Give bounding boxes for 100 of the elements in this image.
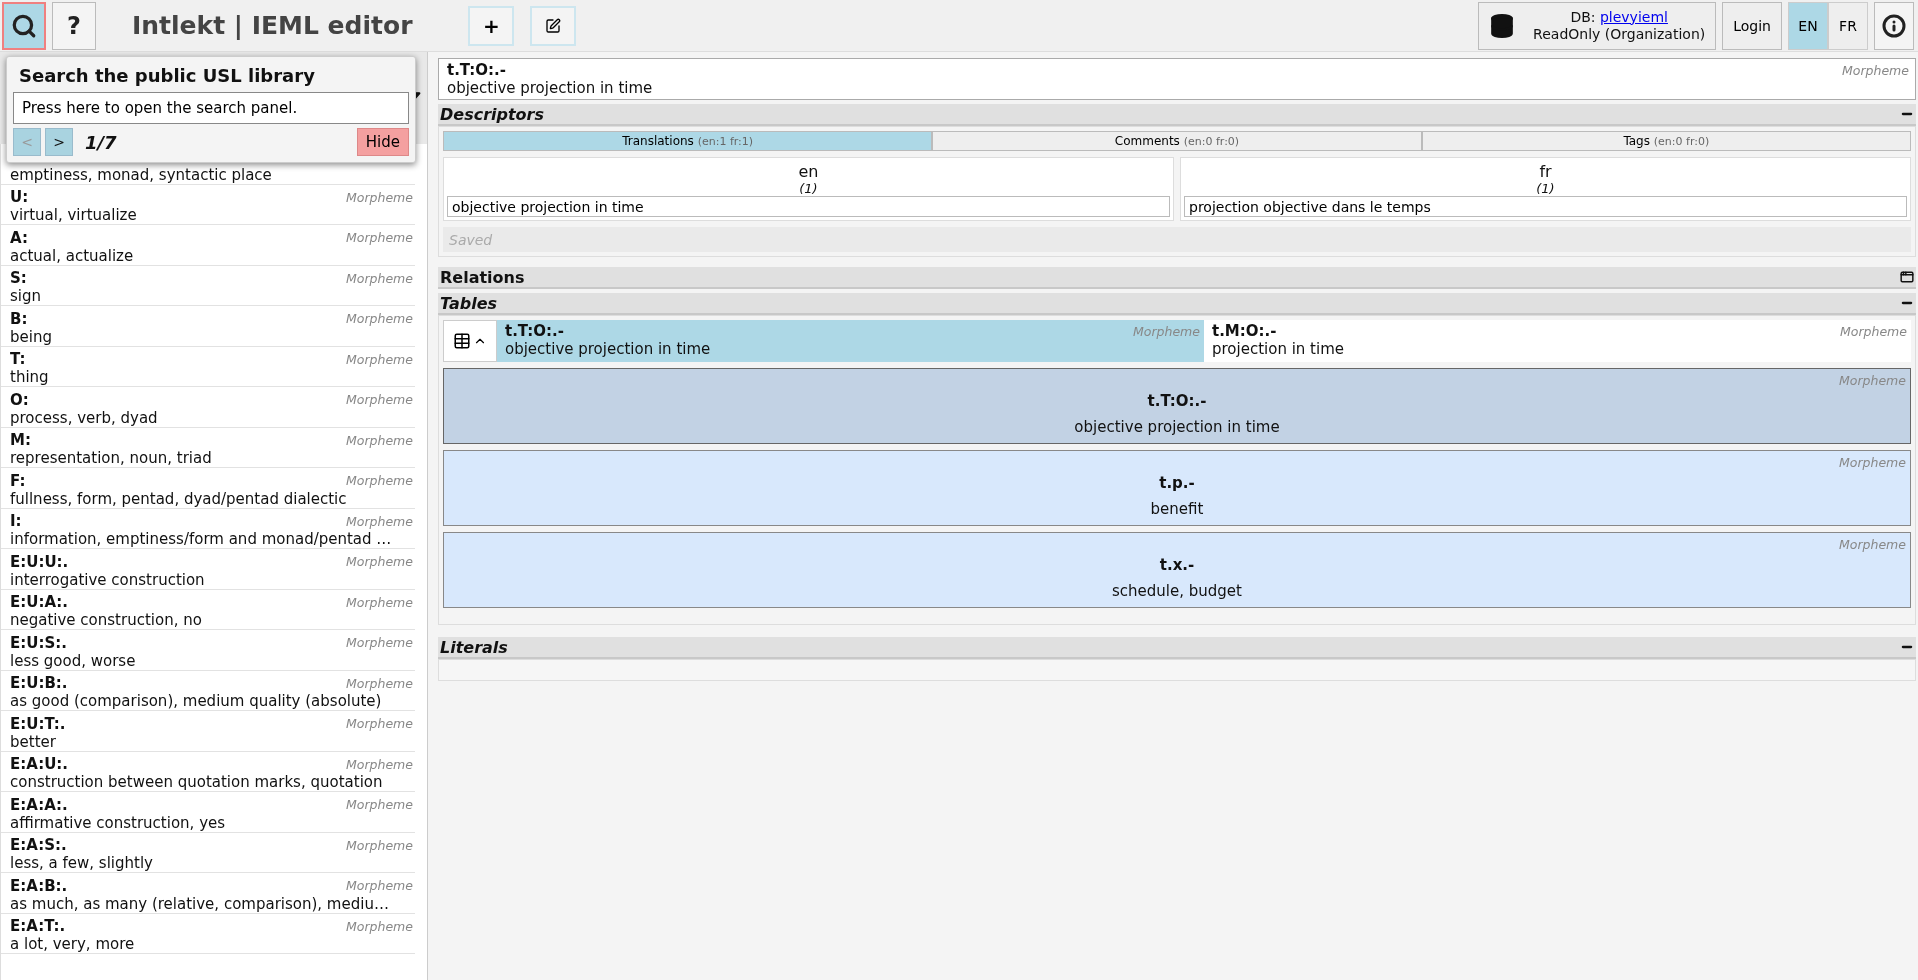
language-code: fr (1539, 162, 1552, 181)
item-type: Morpheme (346, 554, 413, 569)
table-toggle-button[interactable] (443, 320, 497, 362)
section-header[interactable]: Tables (438, 293, 1916, 315)
item-type: Morpheme (346, 513, 413, 529)
item-type: Morpheme (346, 635, 413, 650)
translation-field[interactable]: projection objective dans le temps (1184, 196, 1907, 217)
item-code: M: (10, 431, 31, 449)
info-button[interactable] (1874, 1, 1914, 50)
db-mode: ReadOnly (Organization) (1533, 25, 1706, 42)
descriptor-tab[interactable]: Tags (en:0 fr:0) (1421, 131, 1911, 151)
item-description: a lot, very, more (10, 935, 136, 953)
table-row[interactable]: Morpheme t.x.- schedule, budget (443, 532, 1911, 608)
login-button[interactable]: Login (1722, 1, 1782, 50)
section-title: Tables (440, 293, 498, 313)
edit-button[interactable] (530, 5, 577, 46)
hide-button[interactable]: Hide (356, 128, 409, 156)
row-type: Morpheme (1839, 455, 1906, 470)
cell-code: t.M:O:.- (1212, 322, 1277, 340)
list-item[interactable]: E:U:U:. Morpheme interrogative construction (1, 549, 415, 590)
list-item[interactable]: E:A:A:. Morpheme affirmative construction, yes (1, 792, 415, 833)
row-description: schedule, budget (1112, 582, 1242, 600)
help-button[interactable]: ? (52, 1, 96, 50)
item-code: E:A:B:. (10, 876, 68, 895)
item-description: sign (10, 287, 42, 305)
table-header-cell[interactable]: t.T:O:.- Morpheme objective projection in time (497, 320, 1204, 362)
list-item[interactable]: E:A:T:. Morpheme a lot, very, more (1, 913, 415, 954)
row-type: Morpheme (1839, 373, 1906, 388)
list-item[interactable]: E:U:A:. Morpheme negative construction, no (1, 589, 415, 630)
list-item[interactable]: A: Morpheme actual, actualize (1, 225, 415, 266)
database-icon (1489, 12, 1516, 39)
search-field[interactable]: Press here to open the search panel. (13, 92, 409, 124)
list-item[interactable]: E:A:B:. Morpheme as much, as many (relative, comparison), mediu… (1, 873, 415, 914)
next-button[interactable]: > (45, 128, 73, 156)
item-type: Morpheme (346, 392, 413, 407)
table-row[interactable]: Morpheme t.p.- benefit (443, 450, 1911, 526)
section-header[interactable]: Literals (438, 637, 1916, 659)
entry-description: objective projection in time (447, 79, 654, 97)
list-item[interactable]: T: Morpheme thing (1, 346, 415, 387)
language-button[interactable]: EN (1788, 1, 1828, 50)
item-type: Morpheme (346, 189, 413, 205)
list-item[interactable]: S: Morpheme sign (1, 265, 415, 306)
cell-type: Morpheme (1840, 323, 1907, 339)
info-icon (1882, 13, 1906, 38)
row-description: objective projection in time (1074, 418, 1280, 436)
item-description: emptiness, monad, syntactic place (10, 165, 273, 184)
list-item[interactable]: F: Morpheme fullness, form, pentad, dyad/pentad dialectic (1, 468, 415, 509)
add-button[interactable]: + (468, 5, 515, 46)
list-item[interactable]: E:U:T:. Morpheme better (1, 711, 415, 752)
expand-icon[interactable] (1900, 270, 1914, 284)
item-code: E:U:B:. (10, 674, 68, 692)
item-description: less, a few, slightly (10, 854, 154, 872)
list-item[interactable]: I: Morpheme information, emptiness/form and monad/pentad … (1, 508, 415, 549)
item-code: U: (10, 188, 29, 206)
table-header-cell[interactable]: t.M:O:.- Morpheme projection in time (1204, 320, 1911, 362)
list-item[interactable]: E:U:S:. Morpheme less good, worse (1, 630, 415, 671)
language-button[interactable]: FR (1828, 1, 1868, 50)
section-title: Literals (440, 637, 508, 657)
item-code: F: (10, 471, 26, 490)
search-button[interactable] (2, 1, 46, 50)
item-description: thing (10, 368, 50, 386)
row-code: t.p.- (1159, 474, 1195, 492)
list-item[interactable]: B: Morpheme being (1, 306, 415, 347)
item-type: Morpheme (346, 351, 413, 367)
item-type: Morpheme (346, 311, 413, 326)
cell-description: objective projection in time (505, 340, 712, 358)
list-item[interactable]: U: Morpheme virtual, virtualize (1, 184, 415, 225)
db-link[interactable]: plevyieml (1599, 8, 1668, 25)
item-code: B: (10, 309, 28, 328)
item-description: representation, noun, triad (10, 449, 213, 467)
search-icon (11, 12, 37, 39)
table-row[interactable]: Morpheme t.T:O:.- objective projection in time (443, 368, 1911, 444)
list-item[interactable]: E:A:U:. Morpheme construction between quotation marks, quotation (1, 751, 415, 792)
list-item[interactable]: M: Morpheme representation, noun, triad (1, 427, 415, 468)
section-header[interactable]: Descriptors (438, 104, 1916, 126)
item-description: being (10, 327, 53, 346)
item-description: construction between quotation marks, quotation (10, 773, 384, 791)
list-item[interactable]: O: Morpheme process, verb, dyad (1, 387, 415, 428)
section-title: Descriptors (440, 104, 545, 124)
item-description: as good (comparison), medium quality (absolute) (10, 692, 383, 710)
row-type: Morpheme (1839, 537, 1906, 552)
descriptor-tab[interactable]: Translations (en:1 fr:1) (443, 131, 933, 151)
item-type: Morpheme (346, 594, 413, 610)
translation-field[interactable]: objective projection in time (447, 196, 1170, 217)
item-description: as much, as many (relative, comparison), mediu… (10, 894, 390, 913)
item-description: negative construction, no (10, 611, 203, 629)
item-code: S: (10, 269, 27, 287)
item-code: E:U:T:. (10, 714, 66, 733)
row-code: t.x.- (1159, 556, 1195, 574)
translation-count: (1) (799, 181, 818, 196)
list-item[interactable]: E:U:B:. Morpheme as good (comparison), medium quality (absolute) (1, 670, 415, 711)
descriptor-tab[interactable]: Comments (en:0 fr:0) (932, 131, 1422, 151)
list-item[interactable]: E:A:S:. Morpheme less, a few, slightly (1, 832, 415, 873)
row-description: benefit (1150, 500, 1204, 518)
item-description: affirmative construction, yes (10, 813, 227, 832)
item-type: Morpheme (346, 918, 413, 934)
item-code: I: (10, 512, 22, 530)
item-type: Morpheme (346, 837, 413, 853)
section-header[interactable]: Relations (438, 267, 1916, 289)
cell-type: Morpheme (1133, 323, 1200, 339)
